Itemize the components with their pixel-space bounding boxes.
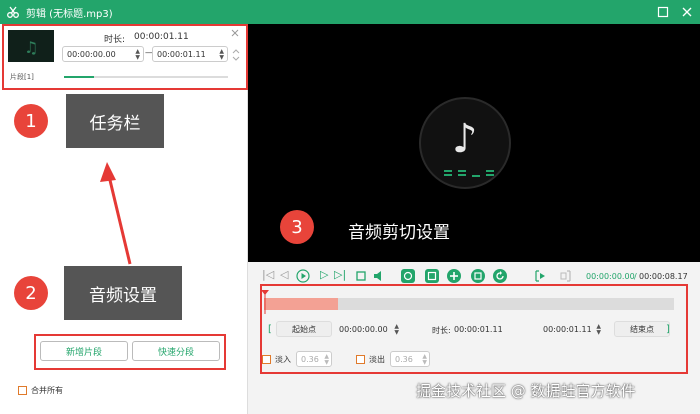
audio-preview-icon: ♪ [419, 97, 511, 189]
callout-number-1: 1 [14, 104, 48, 138]
add-icon[interactable] [446, 268, 462, 284]
audio-waveform-selection[interactable] [264, 298, 338, 310]
editor-area: ♪ 3 音频剪切设置 |◁ ◁ ▷ ▷| 00:00:00.00 / 00:00… [248, 24, 700, 414]
mark-in-icon[interactable] [534, 269, 548, 283]
current-time: 00:00:00.00 [586, 272, 635, 281]
stop-icon[interactable] [354, 269, 368, 283]
end-time-input[interactable]: 00:00:01.11 ▲ ▼ [538, 321, 604, 337]
window-title: 剪辑 (无标题.mp3) [26, 8, 113, 20]
editor-window: 剪辑 (无标题.mp3) ♫ 时长: 00:00:01.11 00:00:00.… [0, 0, 700, 414]
time-separator: / [634, 272, 637, 281]
start-time-input[interactable]: 00:00:00.00 ▲ ▼ [334, 321, 402, 337]
cut-duration-value: 00:00:01.11 [454, 325, 503, 334]
cut-duration-label: 时长: [432, 326, 451, 335]
skip-back-icon[interactable]: |◁ [262, 268, 274, 281]
next-frame-icon[interactable]: ▷ [320, 268, 328, 281]
highlight-box-taskbar [2, 24, 248, 90]
zoom-out-icon[interactable] [400, 268, 416, 284]
callout-label-audio-settings: 音频设置 [64, 266, 182, 320]
prev-frame-icon[interactable]: ◁ [280, 268, 288, 281]
quick-split-button[interactable]: 快速分段 [132, 341, 220, 361]
refresh-icon[interactable] [492, 268, 508, 284]
fade-in-input[interactable]: 0.36 ▲ ▼ [296, 351, 332, 367]
start-bracket: [ [268, 324, 272, 335]
mark-out-icon[interactable] [558, 269, 572, 283]
total-time: 00:00:08.17 [639, 272, 688, 281]
callout-label-taskbar: 任务栏 [66, 94, 164, 148]
close-icon[interactable] [680, 5, 694, 19]
playhead-icon[interactable] [261, 290, 269, 314]
fade-out-checkbox[interactable] [356, 355, 365, 364]
play-icon[interactable] [296, 269, 310, 283]
merge-all-checkbox[interactable] [18, 386, 27, 395]
preview-pane: ♪ 3 音频剪切设置 [248, 24, 700, 262]
callout-label-cut-settings: 音频剪切设置 [348, 223, 450, 243]
fade-in-label: 淡入 [275, 355, 291, 364]
fade-in-checkbox[interactable] [262, 355, 271, 364]
callout-number-3: 3 [280, 210, 314, 244]
stepper-arrows-icon[interactable]: ▲ ▼ [422, 354, 427, 366]
fade-out-input[interactable]: 0.36 ▲ ▼ [390, 351, 430, 367]
volume-icon[interactable] [372, 269, 386, 283]
set-start-button[interactable]: 起始点 [276, 321, 332, 337]
title-bar: 剪辑 (无标题.mp3) [0, 0, 700, 24]
end-bracket: ] [666, 324, 670, 335]
stepper-arrows-icon[interactable]: ▲ ▼ [596, 324, 601, 336]
set-end-button[interactable]: 结束点 [614, 321, 670, 337]
callout-arrow [100, 162, 132, 265]
timeline-track[interactable] [264, 298, 674, 310]
scissors-icon [7, 6, 19, 18]
callout-number-2: 2 [14, 276, 48, 310]
maximize-icon[interactable] [656, 5, 670, 19]
stepper-arrows-icon[interactable]: ▲ ▼ [324, 354, 329, 366]
skip-forward-icon[interactable]: ▷| [334, 268, 346, 281]
merge-all-label: 合并所有 [31, 386, 63, 395]
watermark: 掘金技术社区 @ 数据蛙官方软件 [416, 382, 636, 400]
stepper-arrows-icon[interactable]: ▲ ▼ [394, 324, 399, 336]
copy-icon[interactable] [470, 268, 486, 284]
add-segment-button[interactable]: 新增片段 [40, 341, 128, 361]
svg-text:♪: ♪ [452, 116, 478, 162]
fade-out-label: 淡出 [369, 355, 385, 364]
zoom-in-icon[interactable] [424, 268, 440, 284]
